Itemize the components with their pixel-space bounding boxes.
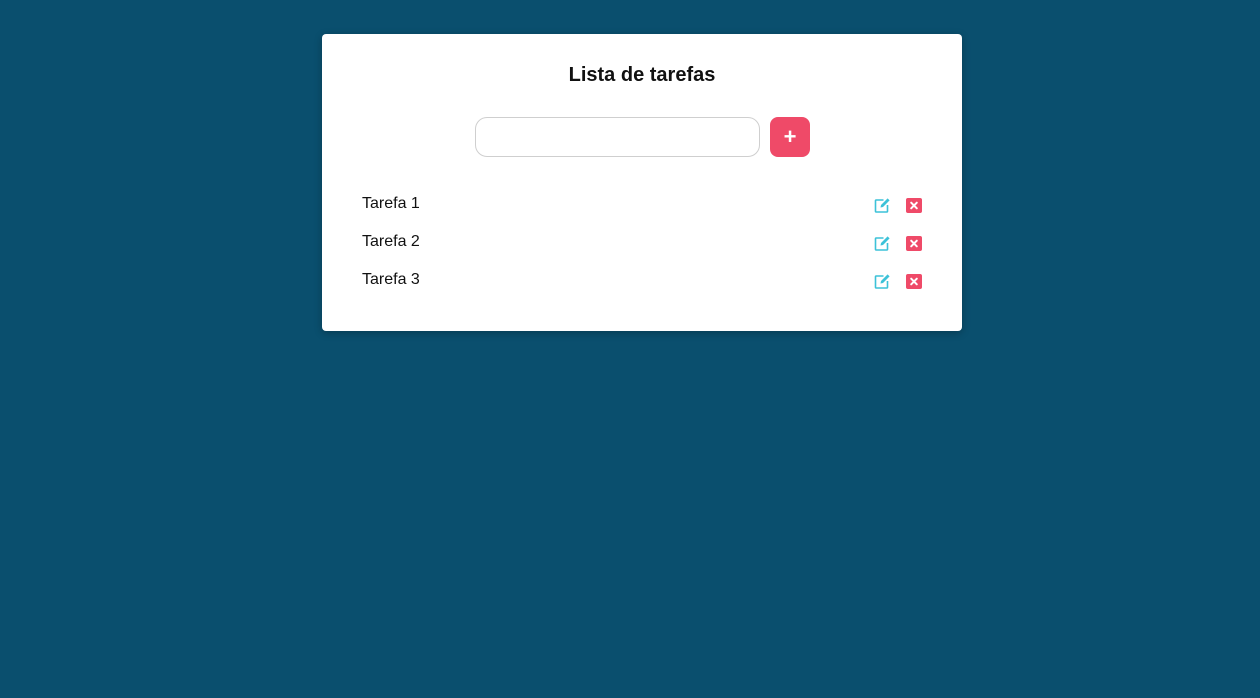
delete-icon[interactable] — [905, 273, 922, 290]
task-actions — [874, 197, 922, 214]
task-actions — [874, 235, 922, 252]
task-text: Tarefa 1 — [362, 195, 420, 212]
list-item: Tarefa 2 — [362, 224, 922, 262]
edit-icon[interactable] — [874, 235, 891, 252]
task-actions — [874, 273, 922, 290]
edit-icon[interactable] — [874, 273, 891, 290]
task-input[interactable] — [475, 117, 760, 157]
delete-icon[interactable] — [905, 197, 922, 214]
task-list: Tarefa 1 Tarefa 2 Tarefa 3 — [362, 186, 922, 300]
task-text: Tarefa 2 — [362, 233, 420, 250]
todo-card: Lista de tarefas + Tarefa 1 Tarefa 2 Tar… — [322, 34, 962, 331]
list-item: Tarefa 3 — [362, 262, 922, 300]
list-item: Tarefa 1 — [362, 186, 922, 224]
edit-icon[interactable] — [874, 197, 891, 214]
task-text: Tarefa 3 — [362, 271, 420, 288]
add-task-button[interactable]: + — [770, 117, 810, 157]
delete-icon[interactable] — [905, 235, 922, 252]
page-title: Lista de tarefas — [568, 64, 716, 86]
